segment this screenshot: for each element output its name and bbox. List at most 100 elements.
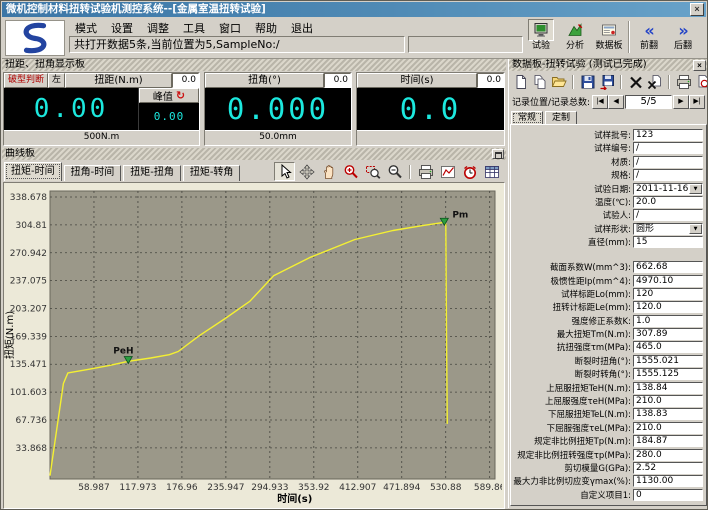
field-row: 强度修正系数K:1.0 — [513, 315, 703, 327]
print-button[interactable] — [415, 162, 436, 181]
timer-button[interactable] — [459, 162, 480, 181]
field-input-8[interactable]: 15 — [633, 236, 703, 248]
curve-tab-0[interactable]: 扭矩-时间 — [4, 162, 62, 181]
field-input-7[interactable]: 圆形▼ — [633, 223, 703, 235]
menu-item-3[interactable]: 工具 — [176, 19, 212, 34]
record-prev-button[interactable]: ◀ — [608, 95, 624, 109]
delete-button[interactable] — [627, 74, 644, 90]
field-input-0[interactable]: 123 — [633, 129, 703, 141]
toolbar-button-next[interactable]: »后翻 — [668, 19, 698, 52]
peak-reset-icon[interactable]: ↻ — [176, 90, 185, 101]
field-input-9[interactable]: 662.68 — [633, 261, 703, 273]
menu-item-0[interactable]: 模式 — [68, 19, 104, 34]
angle-display: 扭角(°) 0.0 0.000 50.0mm — [204, 72, 352, 146]
field-input-3[interactable]: / — [633, 169, 703, 181]
menu-item-5[interactable]: 帮助 — [248, 19, 284, 34]
field-input-24[interactable]: 2.52 — [633, 462, 703, 474]
record-last-button[interactable]: ▶| — [689, 95, 705, 109]
field-input-1[interactable]: / — [633, 142, 703, 154]
delete-page-button[interactable] — [646, 74, 663, 90]
field-input-20[interactable]: 138.83 — [633, 408, 703, 420]
open-button[interactable] — [550, 74, 567, 90]
field-input-22[interactable]: 184.87 — [633, 435, 703, 447]
field-row: 试样批号:123 — [513, 129, 703, 141]
new-button[interactable] — [512, 74, 529, 90]
dropdown-arrow-icon[interactable]: ▼ — [689, 184, 702, 194]
move-button[interactable] — [296, 162, 317, 181]
field-row: 试验人:/ — [513, 209, 703, 221]
record-first-button[interactable]: |◀ — [592, 95, 608, 109]
hand-icon — [321, 164, 337, 180]
field-value: 4970.10 — [636, 276, 673, 286]
field-input-15[interactable]: 465.0 — [633, 341, 703, 353]
field-input-16[interactable]: 1555.021 — [633, 355, 703, 367]
zoom-window-button[interactable] — [362, 162, 383, 181]
svg-text:589.86: 589.86 — [474, 483, 502, 493]
curve-tab-2[interactable]: 扭矩-扭角 — [123, 165, 181, 181]
field-value: 465.0 — [636, 342, 662, 352]
field-input-13[interactable]: 1.0 — [633, 315, 703, 327]
field-input-23[interactable]: 280.0 — [633, 449, 703, 461]
toolbar-button-monitor[interactable]: 试验 — [526, 19, 556, 52]
display-row: 破型判断 左 扭距(N.m) 0.0 0.00 峰值 ↻ 0.00 500 — [3, 72, 505, 146]
print-button[interactable] — [675, 74, 692, 90]
prev-icon: « — [636, 19, 662, 41]
field-input-2[interactable]: / — [633, 156, 703, 168]
curve-tab-3[interactable]: 扭矩-转角 — [183, 165, 241, 181]
field-input-4[interactable]: 2011-11-16▼ — [633, 183, 703, 195]
restore-icon[interactable] — [492, 149, 504, 159]
break-judge-button[interactable]: 破型判断 — [4, 73, 48, 88]
data-tab-0[interactable]: 常规 — [511, 111, 543, 125]
field-input-12[interactable]: 120.0 — [633, 301, 703, 313]
field-value: 2.52 — [636, 463, 656, 473]
field-input-18[interactable]: 138.84 — [633, 382, 703, 394]
direction-left-button[interactable]: 左 — [48, 73, 65, 88]
data-tab-1[interactable]: 定制 — [545, 111, 577, 125]
menu-item-2[interactable]: 调整 — [140, 19, 176, 34]
data-panel-close-button[interactable]: × — [693, 60, 706, 71]
field-input-10[interactable]: 4970.10 — [633, 275, 703, 287]
peak-header[interactable]: 峰值 ↻ — [139, 88, 199, 103]
chart-area[interactable]: 58.987117.973176.96235.947294.933353.924… — [3, 182, 505, 509]
field-input-11[interactable]: 120 — [633, 288, 703, 300]
zoom-out-button[interactable] — [384, 162, 405, 181]
field-input-5[interactable]: 20.0 — [633, 196, 703, 208]
toolbar-button-analysis-chart[interactable]: 分析 — [560, 19, 590, 52]
graph-setup-button[interactable] — [437, 162, 458, 181]
dropdown-arrow-icon[interactable]: ▼ — [689, 224, 702, 234]
toolbar-button-data-board[interactable]: 数据板 — [594, 19, 624, 52]
field-input-25[interactable]: 1130.00 — [633, 475, 703, 487]
field-input-6[interactable]: / — [633, 209, 703, 221]
save-button[interactable] — [579, 74, 596, 90]
toolbar-button-label: 前翻 — [634, 41, 664, 52]
record-next-button[interactable]: ▶ — [673, 95, 689, 109]
window-close-button[interactable]: × — [690, 3, 704, 16]
copy-button[interactable] — [531, 74, 548, 90]
field-input-17[interactable]: 1555.125 — [633, 368, 703, 380]
curve-panel-title: 曲线板 — [5, 148, 35, 159]
save-as-button[interactable] — [598, 74, 615, 90]
svg-text:101.603: 101.603 — [10, 388, 47, 398]
preview-button[interactable] — [694, 74, 708, 90]
field-input-19[interactable]: 210.0 — [633, 395, 703, 407]
curve-tab-1[interactable]: 扭角-时间 — [64, 165, 122, 181]
menu-item-1[interactable]: 设置 — [104, 19, 140, 34]
next-icon: » — [670, 19, 696, 41]
svg-text:412.907: 412.907 — [339, 483, 376, 493]
zoom-in-button[interactable] — [340, 162, 361, 181]
field-row: 下屈服强度τeL(MPa):210.0 — [513, 422, 703, 434]
field-label: 断裂时扭角(°): — [513, 355, 633, 367]
field-label: 最大扭矩Tm(N.m): — [513, 328, 633, 340]
data-grid-button[interactable] — [481, 162, 502, 181]
hand-button[interactable] — [318, 162, 339, 181]
pointer-button[interactable] — [274, 162, 295, 181]
time-display: 时间(s) 0.0 0.0 — [356, 72, 505, 146]
menu-item-4[interactable]: 窗口 — [212, 19, 248, 34]
angle-corner-value: 0.0 — [324, 73, 351, 88]
toolbar-button-prev[interactable]: «前翻 — [634, 19, 664, 52]
field-input-21[interactable]: 210.0 — [633, 422, 703, 434]
zoom-window-icon — [365, 164, 381, 180]
field-input-14[interactable]: 307.89 — [633, 328, 703, 340]
menu-item-6[interactable]: 退出 — [284, 19, 320, 34]
field-input-26[interactable]: 0 — [633, 489, 703, 501]
